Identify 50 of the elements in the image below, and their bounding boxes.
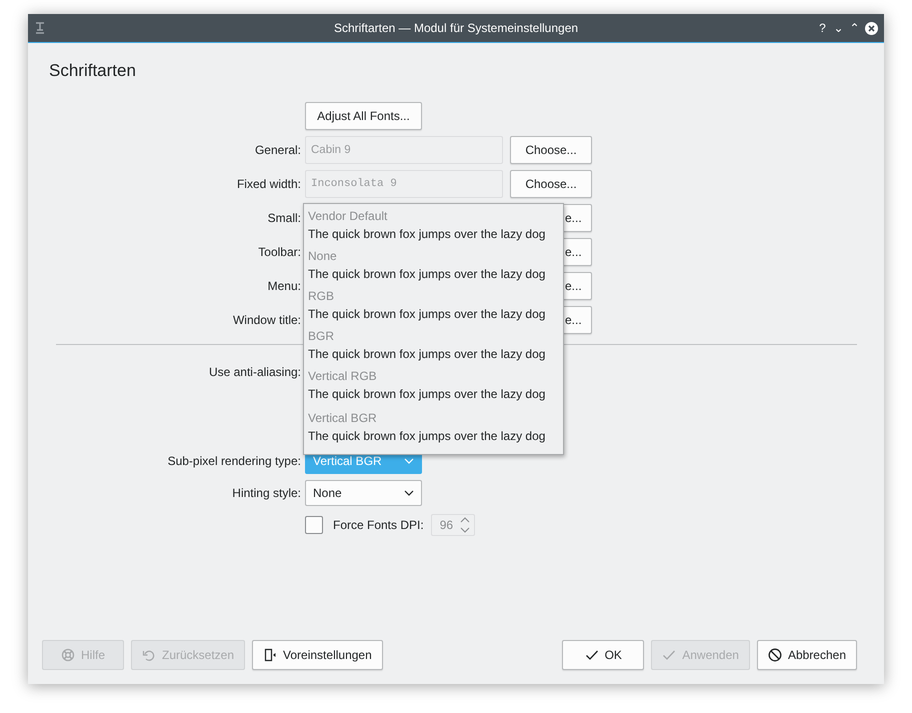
dropdown-option[interactable]: RGB The quick brown fox jumps over the lazy dog (308, 288, 559, 328)
footer-button[interactable]: Abbrechen (756, 640, 857, 670)
cancel-icon (768, 648, 782, 662)
chevron-down-icon (404, 490, 414, 496)
check-icon (662, 648, 676, 662)
field-label: Toolbar: (257, 244, 301, 261)
footer-button[interactable]: Voreinstellungen (252, 640, 383, 670)
field-label: Menu: (266, 278, 301, 295)
option-name: Vertical RGB (308, 368, 378, 385)
dropdown-option[interactable]: BGR The quick brown fox jumps over the lazy dog (308, 328, 559, 368)
spin-arrows-icon (460, 516, 470, 534)
dropdown-option[interactable]: Vertical RGB The quick brown fox jumps over the lazy dog (308, 368, 559, 410)
field-label: General: (254, 142, 301, 159)
choose-button[interactable]: Choose... (510, 170, 592, 198)
option-sample-text: The quick brown fox jumps over the lazy dog (308, 428, 546, 445)
option-sample-text: The quick brown fox jumps over the lazy dog (308, 346, 546, 363)
field-label: Small: (266, 210, 301, 227)
hinting-dropdown[interactable]: None (305, 480, 422, 506)
option-name: Vertical BGR (308, 410, 378, 427)
field-label: Fixed width: (236, 176, 301, 193)
field-label: Sub-pixel rendering type: (166, 453, 301, 470)
option-sample-text: The quick brown fox jumps over the lazy dog (308, 226, 546, 243)
check-icon (584, 648, 599, 662)
chevron-down-icon (404, 458, 414, 464)
option-name: None (308, 248, 338, 265)
field-label: Hinting style: (231, 485, 301, 502)
choose-button[interactable]: Choose... (510, 136, 592, 164)
page-heading: Schriftarten (49, 61, 137, 81)
option-name: RGB (308, 288, 336, 305)
window-control[interactable]: ⌄ (833, 21, 844, 35)
undo-icon (142, 648, 156, 662)
window-title: Schriftarten — Modul für Systemeinstellungen (334, 21, 578, 35)
checkbox-label: Force Fonts DPI: (333, 518, 424, 532)
document-icon (263, 648, 278, 662)
app-icon (34, 22, 46, 34)
option-sample-text: The quick brown fox jumps over the lazy dog (308, 386, 546, 403)
option-name: Vendor Default (308, 208, 388, 225)
option-name: BGR (308, 328, 336, 345)
option-sample-text: The quick brown fox jumps over the lazy dog (308, 306, 546, 323)
dropdown-option[interactable]: None The quick brown fox jumps over the lazy dog (308, 248, 559, 288)
option-sample-text: The quick brown fox jumps over the lazy dog (308, 266, 546, 283)
lifebuoy-icon (60, 648, 75, 662)
footer-button[interactable]: OK (562, 640, 644, 670)
field-label: Use anti-aliasing: (208, 364, 301, 381)
close-icon[interactable] (865, 22, 878, 34)
field-label: Window title: (232, 312, 301, 329)
window-control[interactable]: ⌃ (849, 21, 860, 35)
adjust-fonts-button[interactable]: Adjust All Fonts... (305, 102, 422, 130)
window-control[interactable]: ? (817, 21, 828, 35)
dropdown-option[interactable]: Vendor Default The quick brown fox jumps over the lazy dog (308, 208, 559, 248)
